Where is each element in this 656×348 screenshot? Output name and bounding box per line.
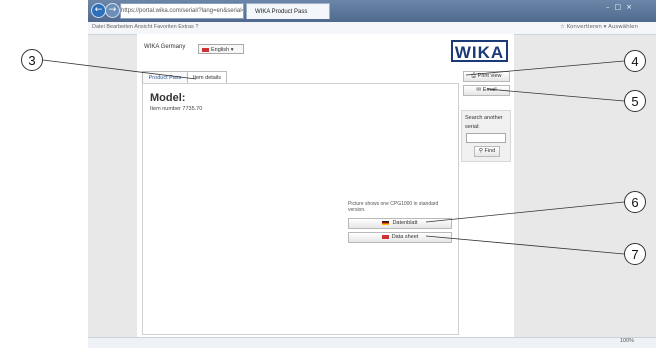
leader-line-4 [465, 60, 625, 76]
callout-7: 7 [624, 243, 646, 265]
callout-lines [42, 59, 625, 255]
callout-3: 3 [21, 49, 43, 71]
leader-line-7 [425, 235, 625, 255]
callout-4: 4 [624, 50, 646, 72]
leader-line-3 [42, 59, 197, 80]
leader-line-6 [425, 201, 625, 223]
leader-line-5 [486, 88, 625, 102]
callout-5: 5 [624, 90, 646, 112]
callout-6: 6 [624, 191, 646, 213]
